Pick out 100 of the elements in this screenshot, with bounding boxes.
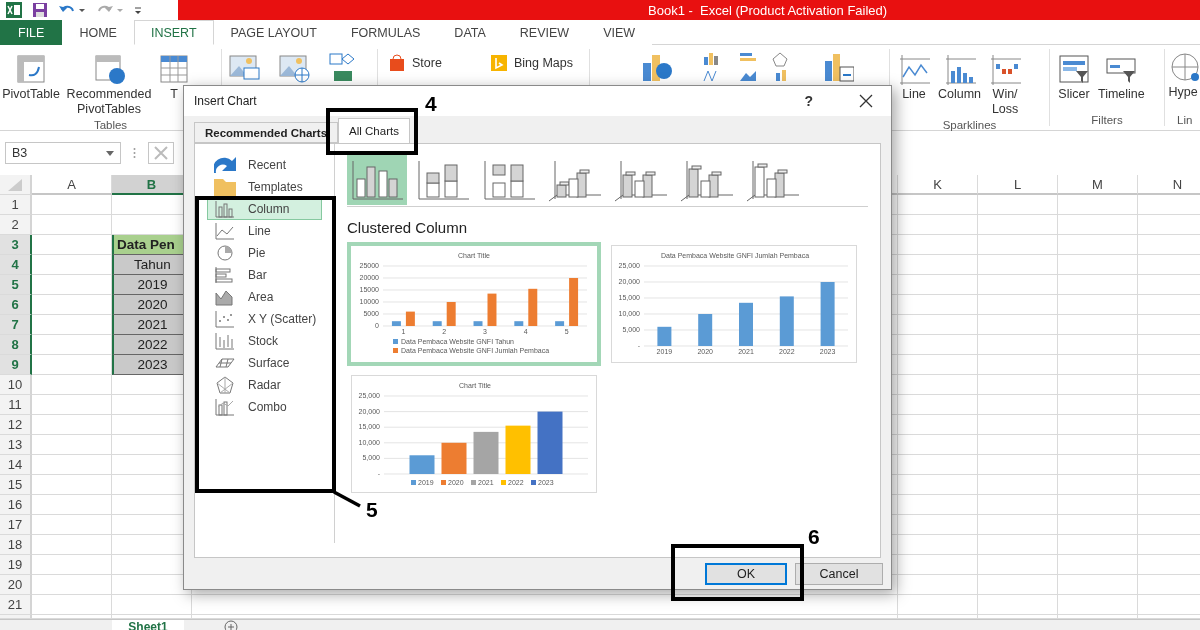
sheet-cell[interactable] xyxy=(898,315,978,335)
bing-maps-button[interactable]: Bing Maps xyxy=(485,51,577,75)
sheet-cell[interactable] xyxy=(1058,415,1138,435)
sheet-cell[interactable] xyxy=(898,555,978,575)
chart-type-item[interactable]: Column xyxy=(207,198,322,220)
column-header[interactable]: A xyxy=(32,175,112,195)
sheet-cell[interactable] xyxy=(898,475,978,495)
row-header[interactable]: 8 xyxy=(0,335,32,355)
row-header[interactable]: 3 xyxy=(0,235,32,255)
sheet-cell[interactable] xyxy=(1058,555,1138,575)
recommended-pivot-button[interactable]: Recommended PivotTables xyxy=(63,51,155,119)
column-header[interactable]: L xyxy=(978,175,1058,195)
sheet-cell[interactable] xyxy=(1058,435,1138,455)
sheet-cell[interactable] xyxy=(978,195,1058,215)
sheet-cell[interactable] xyxy=(898,335,978,355)
chart-type-item[interactable]: Combo xyxy=(207,396,322,418)
chart-type-item[interactable]: Stock xyxy=(207,330,322,352)
row-header[interactable]: 12 xyxy=(0,415,32,435)
chart-type-item[interactable]: Bar xyxy=(207,264,322,286)
row-header[interactable]: 21 xyxy=(0,595,32,615)
sheet-cell[interactable] xyxy=(1058,275,1138,295)
row-header[interactable]: 19 xyxy=(0,555,32,575)
sheet-cell[interactable] xyxy=(978,255,1058,275)
sheet-cell[interactable] xyxy=(978,235,1058,255)
sheet-cell[interactable] xyxy=(978,495,1058,515)
sheet-cell[interactable] xyxy=(898,595,978,615)
dialog-tab[interactable]: All Charts xyxy=(338,118,410,143)
row-header[interactable]: 14 xyxy=(0,455,32,475)
sheet-cell[interactable] xyxy=(1058,315,1138,335)
sheet-cell[interactable] xyxy=(1058,375,1138,395)
sheet-cell[interactable] xyxy=(898,395,978,415)
name-box[interactable]: B3 xyxy=(5,142,121,164)
ok-button[interactable]: OK xyxy=(705,562,787,585)
dialog-tab[interactable]: Recommended Charts xyxy=(194,122,339,143)
sheet-cell[interactable] xyxy=(898,515,978,535)
sheet-cell[interactable] xyxy=(1058,335,1138,355)
help-button[interactable]: ? xyxy=(798,92,819,110)
chart-subtype-option[interactable] xyxy=(347,155,407,205)
sheet-cell[interactable] xyxy=(1058,255,1138,275)
sparkline-button[interactable]: Win/ Loss xyxy=(987,51,1024,119)
sheet-cell[interactable] xyxy=(898,235,978,255)
sparkline-button[interactable]: Column xyxy=(936,51,984,119)
chart-type-item[interactable]: Surface xyxy=(207,352,322,374)
sheet-cell[interactable] xyxy=(978,375,1058,395)
sheet-cell[interactable] xyxy=(1058,595,1138,615)
chart-type-item[interactable]: X Y (Scatter) xyxy=(207,308,322,330)
sheet-cell[interactable] xyxy=(1058,475,1138,495)
sheet-cell[interactable] xyxy=(1058,295,1138,315)
sheet-cell[interactable] xyxy=(978,595,1058,615)
sheet-cell[interactable] xyxy=(1058,195,1138,215)
row-header[interactable]: 18 xyxy=(0,535,32,555)
sheet-cell[interactable] xyxy=(978,335,1058,355)
chart-type-item[interactable]: Line xyxy=(207,220,322,242)
sheet-cell[interactable] xyxy=(1058,355,1138,375)
row-header[interactable]: 1 xyxy=(0,195,32,215)
sheet-cell[interactable] xyxy=(978,475,1058,495)
sheet-cell[interactable] xyxy=(112,595,192,615)
close-icon[interactable] xyxy=(859,94,873,108)
sheet-cell[interactable] xyxy=(1058,575,1138,595)
sheet-cell[interactable] xyxy=(1058,455,1138,475)
sheet-cell[interactable] xyxy=(978,455,1058,475)
row-header[interactable]: 20 xyxy=(0,575,32,595)
sheet-cell[interactable] xyxy=(978,275,1058,295)
row-header[interactable]: 11 xyxy=(0,395,32,415)
sheet-cell[interactable] xyxy=(978,215,1058,235)
sheet-cell[interactable] xyxy=(898,495,978,515)
ribbon-tab[interactable]: INSERT xyxy=(133,20,214,45)
sheet-cell[interactable] xyxy=(978,295,1058,315)
row-header[interactable]: 2 xyxy=(0,215,32,235)
row-header[interactable]: 7 xyxy=(0,315,32,335)
row-header[interactable]: 9 xyxy=(0,355,32,375)
filter-button[interactable]: Timeline xyxy=(1096,51,1147,114)
pivot-table-button[interactable]: PivotTable xyxy=(0,51,62,119)
sheet-cell[interactable] xyxy=(978,575,1058,595)
chart-type-item[interactable]: Recent xyxy=(207,154,322,176)
sheet-cell[interactable] xyxy=(898,255,978,275)
sheet-cell[interactable] xyxy=(898,215,978,235)
chart-type-item[interactable]: Pie xyxy=(207,242,322,264)
cancel-button[interactable]: Cancel xyxy=(795,562,883,585)
sheet-cell[interactable] xyxy=(898,275,978,295)
row-header[interactable]: 10 xyxy=(0,375,32,395)
sheet-cell[interactable] xyxy=(978,355,1058,375)
row-header[interactable]: 16 xyxy=(0,495,32,515)
sheet-cell[interactable] xyxy=(1058,495,1138,515)
row-header[interactable]: 17 xyxy=(0,515,32,535)
ribbon-tab[interactable]: FILE xyxy=(0,20,63,45)
store-button[interactable]: Store xyxy=(384,51,446,75)
sheet-cell[interactable] xyxy=(898,455,978,475)
sheet-cell[interactable] xyxy=(978,535,1058,555)
chart-type-item[interactable]: Area xyxy=(207,286,322,308)
row-header[interactable]: 4 xyxy=(0,255,32,275)
sheet-cell[interactable] xyxy=(898,535,978,555)
sheet-cell[interactable] xyxy=(1058,515,1138,535)
sheet-cell[interactable] xyxy=(898,415,978,435)
column-header[interactable]: K xyxy=(898,175,978,195)
sheet-cell[interactable] xyxy=(898,435,978,455)
sparkline-button[interactable]: Line xyxy=(896,51,932,119)
row-header[interactable]: 13 xyxy=(0,435,32,455)
row-header[interactable]: 6 xyxy=(0,295,32,315)
row-header[interactable]: 5 xyxy=(0,275,32,295)
